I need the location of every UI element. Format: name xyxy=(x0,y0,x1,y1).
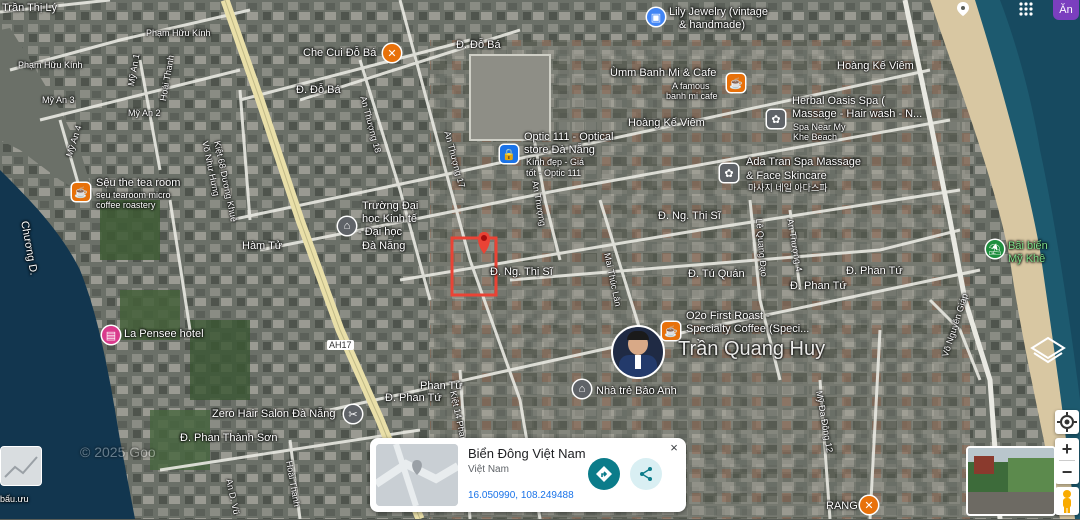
restaurant-icon[interactable]: ✕ xyxy=(383,44,401,62)
street-label: Phạm Hữu Kính xyxy=(18,60,83,70)
street-label: Đ. Tú Quán xyxy=(688,268,745,280)
poi-label[interactable]: Che Cui Đỗ Bá xyxy=(303,47,376,59)
school-icon[interactable]: ⌂ xyxy=(338,217,356,235)
poi-label[interactable]: Ada Tran Spa Massage xyxy=(746,156,861,168)
poi-label[interactable]: Mỹ Khê xyxy=(1008,253,1045,265)
zoom-in-button[interactable]: + xyxy=(1055,438,1079,460)
street-label: Phạm Hữu Kính xyxy=(146,28,211,38)
location-thumbnail[interactable] xyxy=(376,444,458,506)
shopping-bag-icon[interactable]: ▣ xyxy=(647,8,665,26)
poi-sublabel: coffee roastery xyxy=(96,200,156,210)
directions-button[interactable] xyxy=(588,458,620,490)
poi-label[interactable]: Zero Hair Salon Đà Nẵng xyxy=(212,408,336,420)
poi-sublabel: Khe Beach xyxy=(793,132,838,142)
poi-label[interactable]: Specialty Coffee (Speci... xyxy=(686,323,809,335)
poi-label[interactable]: store Đà Nẵng xyxy=(524,144,595,156)
location-info-card: Biển Đông Việt Nam Việt Nam 16.050990, 1… xyxy=(370,438,686,512)
salon-icon[interactable]: ✂ xyxy=(344,405,362,423)
poi-sublabel: Spa Near My xyxy=(793,122,846,132)
spa-icon[interactable]: ✿ xyxy=(767,110,785,128)
zoom-out-button[interactable]: − xyxy=(1055,461,1079,483)
directions-icon xyxy=(596,466,612,482)
poi-label[interactable]: - Đại học xyxy=(358,226,402,238)
apps-grid-icon[interactable] xyxy=(1017,0,1035,18)
highway-shield: AH17 xyxy=(327,340,354,350)
poi-label[interactable]: Optic 111 - Optical xyxy=(524,131,613,143)
poi-label[interactable]: & handmade) xyxy=(679,19,745,31)
street-label: Đ. Phan Tứ xyxy=(846,265,903,277)
street-label: Đ. Phan Tứ xyxy=(790,280,847,292)
poi-label[interactable]: La Pensee hotel xyxy=(124,328,204,340)
coordinates-link[interactable]: 16.050990, 108.249488 xyxy=(468,490,574,501)
poi-label[interactable]: Trường Đại xyxy=(362,200,418,212)
street-label: Mỹ An 3 xyxy=(42,95,75,105)
pegman-icon xyxy=(1063,490,1071,513)
school-icon[interactable]: ⌂ xyxy=(573,380,591,398)
beach-icon[interactable]: ⛱ xyxy=(986,240,1004,258)
avatar[interactable] xyxy=(611,325,665,379)
street-label: Hoàng Kế Viêm xyxy=(628,117,705,129)
spa-icon[interactable]: ✿ xyxy=(720,164,738,182)
shopping-icon[interactable]: 🔒 xyxy=(500,145,518,163)
poi-label[interactable]: Massage - Hair wash - N... xyxy=(792,108,922,120)
my-location-button[interactable] xyxy=(1055,410,1079,434)
poi-label[interactable]: Bãi biển xyxy=(1008,240,1048,252)
street-label: Đ. Phan Tứ xyxy=(385,392,442,404)
layers-icon[interactable] xyxy=(1028,330,1068,370)
copyright-watermark: © 2025 Goo xyxy=(80,444,156,460)
account-avatar[interactable]: Ăn xyxy=(1053,0,1079,20)
poi-sublabel: tốt - Optic 111 xyxy=(526,168,582,178)
cafe-icon[interactable]: ☕ xyxy=(72,183,90,201)
user-name-overlay: Trần Quang Huy xyxy=(678,338,826,360)
poi-label[interactable]: Lily Jewelry (vintage xyxy=(669,6,768,18)
close-button[interactable]: × xyxy=(666,440,682,456)
poi-label[interactable]: Herbal Oasis Spa ( xyxy=(792,95,885,107)
poi-sublabel: Kính đẹp - Giá xyxy=(526,157,585,167)
cafe-icon[interactable]: ☕ xyxy=(727,74,745,92)
poi-label[interactable]: Sệu the tea room xyxy=(96,177,180,189)
poi-sublabel: 마사지 네일 아다스파 xyxy=(748,183,828,193)
place-subtitle: Việt Nam xyxy=(468,464,509,475)
street-view-thumbnail[interactable] xyxy=(966,446,1056,516)
street-label: Đ. Ng. Thị Sĩ xyxy=(490,266,553,278)
location-pin-icon[interactable] xyxy=(954,0,972,18)
poi-sublabel: A famous xyxy=(672,81,710,91)
street-label: RANG xyxy=(826,500,858,512)
pegman-button[interactable] xyxy=(1055,487,1079,515)
share-button[interactable] xyxy=(630,458,662,490)
place-title: Biển Đông Việt Nam xyxy=(468,446,586,461)
street-label: Đ. Phan Thành Sơn xyxy=(180,432,278,444)
poi-sublabel: banh mi cafe xyxy=(666,91,718,101)
poi-label[interactable]: Ùmm Banh Mi & Cafe xyxy=(610,67,716,79)
street-label: Đ. Đỗ Bá xyxy=(296,84,341,96)
street-label: Trần Thị Lý xyxy=(2,2,58,14)
share-icon xyxy=(640,467,652,481)
poi-sublabel: sẹu tearoom micro xyxy=(96,190,171,200)
poi-label[interactable]: Đà Nẵng xyxy=(362,240,405,252)
poi-label[interactable]: học Kinh tế xyxy=(362,213,417,225)
zoom-control: + − xyxy=(1055,438,1079,484)
street-label: Đ. Đỗ Bá xyxy=(456,39,501,51)
poi-label[interactable]: Nhà trẻ Bảo Anh xyxy=(596,385,677,397)
my-location-icon xyxy=(1057,412,1077,432)
restaurant-icon[interactable]: ✕ xyxy=(860,496,878,514)
map-thumbnail[interactable] xyxy=(0,446,42,486)
poi-label[interactable]: O2o First Roast - xyxy=(686,310,770,322)
street-label: Hàm Tử xyxy=(242,240,283,252)
street-label: Hoàng Kế Viêm xyxy=(837,60,914,72)
street-label: Đ. Ng. Thị Sĩ xyxy=(658,210,721,222)
corner-label: bấu.ưu xyxy=(0,494,29,504)
hotel-icon[interactable]: ▤ xyxy=(102,326,120,344)
poi-label[interactable]: & Face Skincare xyxy=(746,170,827,182)
street-label: Mỹ An 2 xyxy=(128,108,161,118)
